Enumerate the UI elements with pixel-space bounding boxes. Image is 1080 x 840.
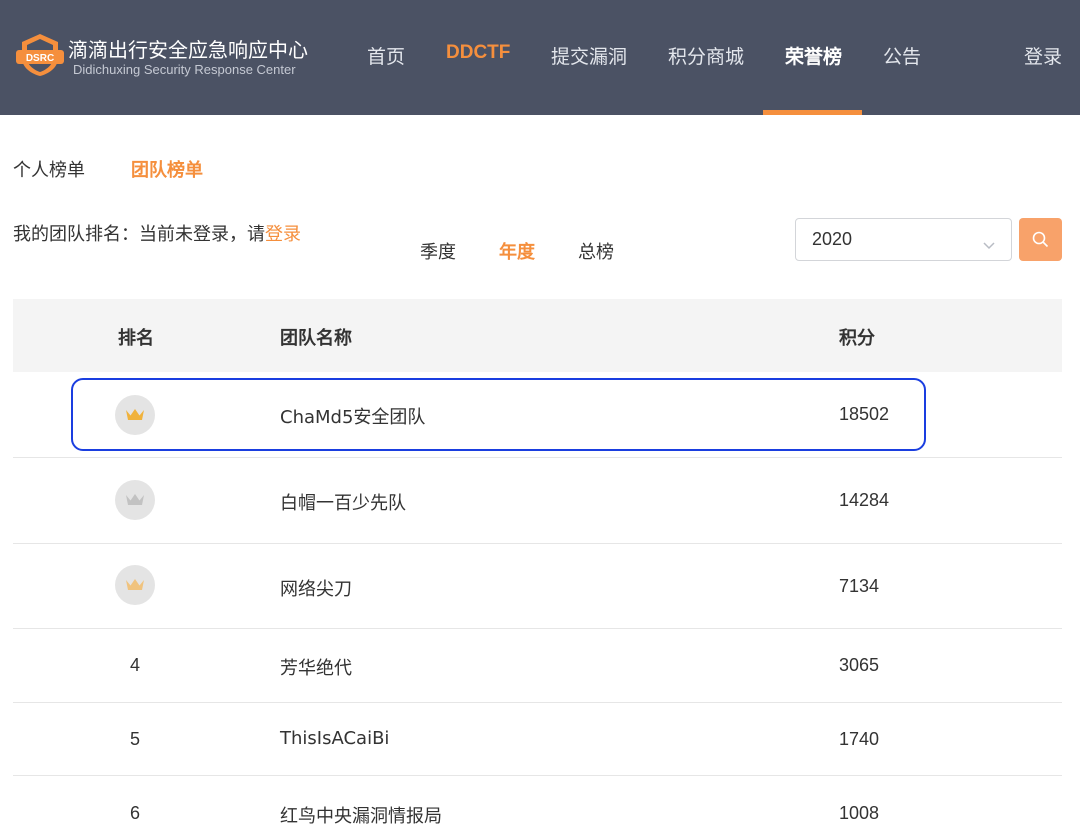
site-subtitle: Didichuxing Security Response Center xyxy=(73,62,296,77)
search-button[interactable] xyxy=(1019,218,1062,261)
column-header-rank: 排名 xyxy=(118,328,154,349)
column-header-team-name: 团队名称 xyxy=(280,328,352,349)
nav-points-mall[interactable]: 积分商城 xyxy=(668,42,744,69)
logo-text: DSRC xyxy=(26,53,54,64)
chevron-down-icon xyxy=(983,235,995,250)
bronze-crown-icon xyxy=(115,565,155,605)
team-name: 红鸟中央漏洞情报局 xyxy=(280,806,442,827)
team-rank: 4 xyxy=(129,655,140,675)
nav-submit-vulnerability[interactable]: 提交漏洞 xyxy=(551,42,627,69)
my-rank-login-link[interactable]: 登录 xyxy=(265,224,301,245)
nav-ddctf[interactable]: DDCTF xyxy=(446,42,510,64)
active-nav-indicator xyxy=(763,110,862,115)
tab-team-board[interactable]: 团队榜单 xyxy=(131,156,203,182)
nav-honor-board[interactable]: 荣誉榜 xyxy=(785,42,842,69)
team-name: ChaMd5安全团队 xyxy=(280,407,426,428)
top-navigation-bar: DSRC 滴滴出行安全应急响应中心 Didichuxing Security R… xyxy=(0,0,1080,115)
table-row[interactable]: ChaMd5安全团队 18502 xyxy=(13,372,1062,458)
dsrc-logo-icon[interactable]: DSRC xyxy=(14,30,66,78)
login-link[interactable]: 登录 xyxy=(1024,42,1062,69)
period-quarter[interactable]: 季度 xyxy=(420,238,456,264)
team-score: 14284 xyxy=(839,490,890,510)
nav-announcements[interactable]: 公告 xyxy=(883,42,921,69)
team-score: 7134 xyxy=(839,576,880,596)
team-rank: 5 xyxy=(129,729,140,749)
period-year[interactable]: 年度 xyxy=(499,238,535,264)
year-select[interactable]: 2020 xyxy=(795,218,1012,261)
team-name: 白帽一百少先队 xyxy=(280,493,406,514)
tab-individual-board[interactable]: 个人榜单 xyxy=(13,156,85,182)
silver-crown-icon xyxy=(115,480,155,520)
team-score: 18502 xyxy=(839,404,890,424)
team-score: 1740 xyxy=(839,729,880,749)
table-row[interactable]: 白帽一百少先队 14284 xyxy=(13,458,1062,544)
team-rank: 6 xyxy=(129,803,140,823)
team-name: 网络尖刀 xyxy=(280,579,352,600)
my-rank-text: 我的团队排名：当前未登录，请 xyxy=(13,224,265,245)
team-name: 芳华绝代 xyxy=(280,658,352,679)
team-name: ThisIsACaiBi xyxy=(280,728,390,749)
nav-home[interactable]: 首页 xyxy=(367,42,405,69)
team-score: 3065 xyxy=(839,655,880,675)
site-title[interactable]: 滴滴出行安全应急响应中心 xyxy=(68,34,308,63)
table-row[interactable]: 4 芳华绝代 3065 xyxy=(13,629,1062,703)
table-row[interactable]: 6 红鸟中央漏洞情报局 1008 xyxy=(13,776,1062,840)
table-header: 排名 团队名称 积分 xyxy=(13,299,1062,372)
search-icon xyxy=(1032,231,1049,248)
period-all-time[interactable]: 总榜 xyxy=(578,238,614,264)
year-select-value: 2020 xyxy=(812,229,853,249)
table-row[interactable]: 5 ThisIsACaiBi 1740 xyxy=(13,703,1062,776)
gold-crown-icon xyxy=(115,395,155,435)
table-row[interactable]: 网络尖刀 7134 xyxy=(13,544,1062,629)
column-header-score: 积分 xyxy=(839,328,875,349)
my-team-rank: 我的团队排名：当前未登录，请登录 xyxy=(13,220,301,246)
team-score: 1008 xyxy=(839,803,880,823)
